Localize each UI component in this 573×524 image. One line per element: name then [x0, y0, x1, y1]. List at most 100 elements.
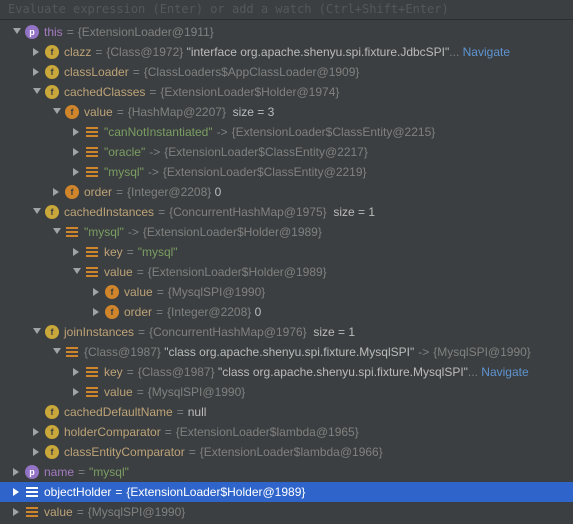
field-icon: f: [44, 204, 60, 220]
tree-row-entry[interactable]: "canNotInstantiated" -> {ExtensionLoader…: [0, 122, 573, 142]
collapse-arrow-icon[interactable]: [70, 165, 84, 179]
param-icon: p: [24, 464, 40, 480]
tree-row-entry[interactable]: "oracle" -> {ExtensionLoader$ClassEntity…: [0, 142, 573, 162]
var-value: {Integer@2208}: [167, 305, 251, 319]
tree-row-value-bottom[interactable]: value = {MysqlSPI@1990}: [0, 502, 573, 522]
field-icon: f: [44, 444, 60, 460]
expand-arrow-icon[interactable]: [50, 345, 64, 359]
tree-row-order-inner[interactable]: f order = {Integer@2208} 0: [0, 302, 573, 322]
field-icon: f: [64, 184, 80, 200]
tree-row-entry[interactable]: "mysql" -> {ExtensionLoader$ClassEntity@…: [0, 162, 573, 182]
collapse-arrow-icon[interactable]: [30, 65, 44, 79]
collapse-arrow-icon[interactable]: [90, 305, 104, 319]
evaluate-hint[interactable]: Evaluate expression (Enter) or add a wat…: [0, 0, 573, 20]
tree-row-value[interactable]: value = {MysqlSPI@1990}: [0, 382, 573, 402]
collapse-arrow-icon[interactable]: [30, 445, 44, 459]
tree-row-joininstances[interactable]: f joinInstances = {ConcurrentHashMap@197…: [0, 322, 573, 342]
size-label: size = 1: [313, 325, 355, 339]
tree-row-objectholder[interactable]: objectHolder = {ExtensionLoader$Holder@1…: [0, 482, 573, 502]
equals: =: [67, 25, 74, 39]
var-name: cachedDefaultName: [64, 405, 173, 419]
expand-arrow-icon[interactable]: [70, 265, 84, 279]
tree-row-value[interactable]: value = {ExtensionLoader$Holder@1989}: [0, 262, 573, 282]
tree-row-key[interactable]: key = "mysql": [0, 242, 573, 262]
expand-arrow-icon[interactable]: [30, 85, 44, 99]
var-value: {MysqlSPI@1990}: [88, 505, 186, 519]
tree-row-name[interactable]: p name = "mysql": [0, 462, 573, 482]
collapse-arrow-icon[interactable]: [30, 425, 44, 439]
entry-icon: [24, 504, 40, 520]
navigate-link[interactable]: Navigate: [463, 45, 510, 59]
var-name: name: [44, 465, 74, 479]
collapse-arrow-icon[interactable]: [10, 465, 24, 479]
var-value: {Class@1987}: [138, 365, 215, 379]
var-name: classEntityComparator: [64, 445, 185, 459]
size-label: size = 1: [333, 205, 375, 219]
expand-arrow-icon[interactable]: [30, 325, 44, 339]
var-value: "mysql": [89, 465, 129, 479]
expand-arrow-icon[interactable]: [50, 105, 64, 119]
tree-row-cachedinstances[interactable]: f cachedInstances = {ConcurrentHashMap@1…: [0, 202, 573, 222]
var-name: value: [104, 265, 133, 279]
entry-icon: [84, 364, 100, 380]
tree-row-value-hashmap[interactable]: f value = {HashMap@2207} size = 3: [0, 102, 573, 122]
tree-row-entry[interactable]: {Class@1987} "class org.apache.shenyu.sp…: [0, 342, 573, 362]
collapse-arrow-icon[interactable]: [70, 385, 84, 399]
collapse-arrow-icon[interactable]: [10, 505, 24, 519]
var-value: {ExtensionLoader$Holder@1989}: [126, 485, 305, 499]
tree-row-entry[interactable]: "mysql" -> {ExtensionLoader$Holder@1989}: [0, 222, 573, 242]
map-value: {ExtensionLoader$ClassEntity@2217}: [164, 145, 368, 159]
var-value: {HashMap@2207}: [128, 105, 226, 119]
expand-arrow-icon[interactable]: [50, 225, 64, 239]
variables-tree: p this = {ExtensionLoader@1911} f clazz …: [0, 20, 573, 524]
tree-row-classentitycomparator[interactable]: f classEntityComparator = {ExtensionLoad…: [0, 442, 573, 462]
field-icon: f: [44, 64, 60, 80]
var-value: {ExtensionLoader@1911}: [78, 25, 214, 39]
tree-row-classloader[interactable]: f classLoader = {ClassLoaders$AppClassLo…: [0, 62, 573, 82]
size-label: size = 3: [233, 105, 275, 119]
var-name: key: [104, 245, 123, 259]
field-icon: f: [44, 424, 60, 440]
collapse-arrow-icon[interactable]: [70, 245, 84, 259]
var-value: {ConcurrentHashMap@1976}: [149, 325, 307, 339]
var-value: {ExtensionLoader$lambda@1966}: [200, 445, 383, 459]
field-icon: f: [44, 84, 60, 100]
collapse-arrow-icon[interactable]: [30, 45, 44, 59]
var-name: key: [104, 365, 123, 379]
map-value: {ExtensionLoader$Holder@1989}: [143, 225, 322, 239]
tree-row-cacheddefaultname[interactable]: f cachedDefaultName = null: [0, 402, 573, 422]
var-name: this: [44, 25, 63, 39]
expand-arrow-icon[interactable]: [10, 25, 24, 39]
collapse-arrow-icon[interactable]: [70, 145, 84, 159]
map-key: "oracle": [104, 145, 145, 159]
navigate-link[interactable]: Navigate: [481, 365, 528, 379]
tree-row-value-inner[interactable]: f value = {MysqlSPI@1990}: [0, 282, 573, 302]
var-value: {Class@1972}: [106, 45, 183, 59]
map-key: "mysql": [84, 225, 124, 239]
arrow-icon: ->: [148, 165, 159, 179]
param-icon: p: [24, 24, 40, 40]
var-value: {ConcurrentHashMap@1975}: [169, 205, 327, 219]
tree-row-holdercomparator[interactable]: f holderComparator = {ExtensionLoader$la…: [0, 422, 573, 442]
expand-arrow-icon[interactable]: [30, 205, 44, 219]
map-value: {MysqlSPI@1990}: [433, 345, 531, 359]
tree-row-cachedclasses[interactable]: f cachedClasses = {ExtensionLoader$Holde…: [0, 82, 573, 102]
entry-icon: [64, 224, 80, 240]
map-key-text: "class org.apache.shenyu.spi.fixture.Mys…: [164, 345, 414, 359]
collapse-arrow-icon[interactable]: [90, 285, 104, 299]
collapse-arrow-icon[interactable]: [70, 125, 84, 139]
tree-row-key[interactable]: key = {Class@1987} "class org.apache.she…: [0, 362, 573, 382]
var-value: {MysqlSPI@1990}: [168, 285, 266, 299]
tree-row-order[interactable]: f order = {Integer@2208} 0: [0, 182, 573, 202]
tree-row-clazz[interactable]: f clazz = {Class@1972} "interface org.ap…: [0, 42, 573, 62]
field-icon: f: [44, 44, 60, 60]
map-key: "mysql": [104, 165, 144, 179]
map-key: "canNotInstantiated": [104, 125, 213, 139]
collapse-arrow-icon[interactable]: [50, 185, 64, 199]
arrow-icon: ->: [217, 125, 228, 139]
collapse-arrow-icon[interactable]: [10, 485, 24, 499]
collapse-arrow-icon[interactable]: [70, 365, 84, 379]
var-value: "mysql": [138, 245, 178, 259]
tree-row-this[interactable]: p this = {ExtensionLoader@1911}: [0, 22, 573, 42]
entry-icon: [84, 384, 100, 400]
